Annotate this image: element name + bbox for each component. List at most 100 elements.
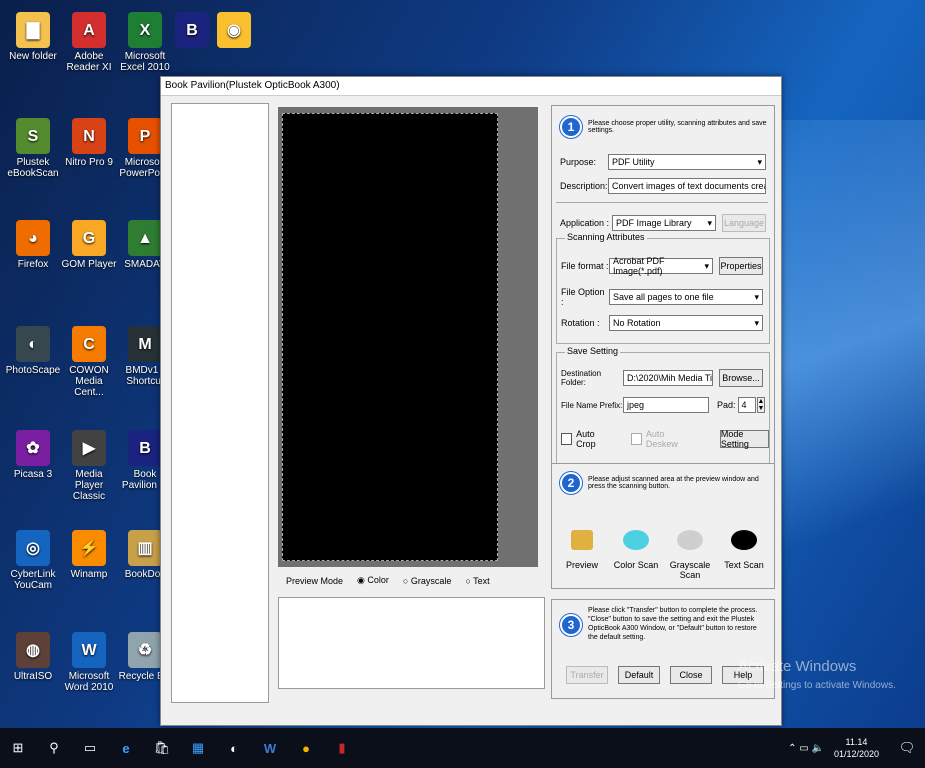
chrome-icon: ◉ bbox=[217, 12, 251, 48]
task-view-icon[interactable]: ▭ bbox=[81, 739, 99, 757]
prefix-field[interactable]: jpeg bbox=[623, 397, 709, 413]
properties-button[interactable]: Properties bbox=[719, 257, 763, 275]
radio-color[interactable]: ◉ Color bbox=[357, 575, 389, 586]
pad-label: Pad: bbox=[717, 400, 736, 410]
step1-badge: 1 bbox=[560, 116, 582, 138]
file-option-select[interactable]: Save all pages to one file ▾ bbox=[609, 289, 763, 305]
desktop-icon[interactable]: ◎ CyberLink YouCam bbox=[4, 530, 62, 591]
word-icon[interactable]: W bbox=[261, 739, 279, 757]
desktop-icon-label: CyberLink YouCam bbox=[10, 569, 56, 591]
desktop-icon[interactable]: ◉Google Chrome bbox=[214, 12, 254, 73]
book-pavilion-icon: B bbox=[175, 12, 209, 48]
auto-crop-checkbox[interactable] bbox=[561, 433, 573, 445]
desktop-icon[interactable]: ▇ New folder bbox=[4, 12, 62, 62]
close-button[interactable]: Close bbox=[670, 666, 712, 684]
window-title[interactable]: Book Pavilion(Plustek OpticBook A300) bbox=[161, 77, 781, 96]
desktop-icon[interactable]: G GOM Player bbox=[60, 220, 118, 270]
pad-stepper[interactable]: 4 bbox=[737, 397, 756, 413]
rotation-label: Rotation : bbox=[561, 318, 600, 328]
desktop-icon[interactable]: W Microsoft Word 2010 bbox=[60, 632, 118, 693]
desktop-icon[interactable]: BBook Pavilion bbox=[172, 12, 212, 73]
desktop-icon-label: GOM Player bbox=[61, 259, 117, 270]
text-scan-icon bbox=[731, 530, 757, 550]
desktop-icon-label: UltraISO bbox=[13, 671, 53, 682]
book-pavilion-icon: B bbox=[128, 430, 162, 466]
auto-deskew-checkbox[interactable] bbox=[630, 433, 642, 445]
desktop-icon[interactable]: A Adobe Reader XI bbox=[60, 12, 118, 73]
scan-button[interactable]: Grayscale Scan bbox=[664, 530, 716, 580]
destination-field[interactable]: D:\2020\Mih Media Tip Bi bbox=[623, 370, 713, 386]
bmd-icon: M bbox=[128, 326, 162, 362]
purpose-select[interactable]: PDF Utility ▾ bbox=[608, 154, 766, 170]
book-pavilion-icon[interactable]: ▮ bbox=[333, 739, 351, 757]
firefox-icon: ◕ bbox=[16, 220, 50, 256]
desktop-icon[interactable]: S Plustek eBookScan bbox=[4, 118, 62, 179]
photoscape-icon[interactable]: ◐ bbox=[225, 739, 243, 757]
default-button[interactable]: Default bbox=[618, 666, 660, 684]
application-select[interactable]: PDF Image Library ▾ bbox=[612, 215, 716, 231]
step2-badge: 2 bbox=[560, 472, 582, 494]
divider bbox=[556, 202, 768, 203]
file-explorer-icon[interactable]: ▦ bbox=[189, 739, 207, 757]
radio-text[interactable]: ○ Text bbox=[465, 576, 489, 586]
desktop-icon-label: PhotoScape bbox=[5, 365, 61, 376]
tray-icons[interactable]: ⌃ ▭ 🔈 bbox=[788, 743, 824, 754]
description-label: Description: bbox=[560, 181, 608, 191]
step3-badge: 3 bbox=[560, 614, 582, 636]
preview-area[interactable] bbox=[278, 107, 538, 567]
windows-start-icon[interactable]: ⊞ bbox=[9, 739, 27, 757]
search-icon[interactable]: ⚲ bbox=[45, 739, 63, 757]
destination-label: Destination Folder: bbox=[561, 369, 602, 387]
desktop-icon[interactable]: ⚡ Winamp bbox=[60, 530, 118, 580]
rotation-select[interactable]: No Rotation ▾ bbox=[609, 315, 763, 331]
scanner-icon: S bbox=[16, 118, 50, 154]
chevron-down-icon: ▾ bbox=[707, 217, 712, 228]
desktop-icon-label: COWON Media Cent... bbox=[69, 365, 109, 398]
notification-icon[interactable]: 🗨 bbox=[898, 739, 916, 757]
desktop-icon-label: Adobe Reader XI bbox=[66, 51, 112, 73]
file-option-label: File Option : bbox=[561, 287, 605, 307]
desktop-icon[interactable]: ◕ Firefox bbox=[4, 220, 62, 270]
ultraiso-icon: ◍ bbox=[16, 632, 50, 668]
mode-setting-button[interactable]: Mode Setting bbox=[719, 429, 769, 449]
preview-image[interactable] bbox=[282, 113, 498, 561]
chevron-down-icon: ▾ bbox=[754, 317, 759, 328]
bookdoc-icon: ▥ bbox=[128, 530, 162, 566]
taskbar: ⊞ ⚲ ▭ e 🛍 ▦ ◐ W ● ▮ ⌃ ▭ 🔈 11.14 01/12/20… bbox=[0, 728, 925, 768]
desktop-icon[interactable]: ✿ Picasa 3 bbox=[4, 430, 62, 480]
file-format-label: File format : bbox=[561, 261, 609, 271]
file-format-select[interactable]: Acrobat PDF Image(*.pdf) ▾ bbox=[609, 256, 713, 276]
edge-icon[interactable]: e bbox=[117, 739, 135, 757]
browse-button[interactable]: Browse... bbox=[719, 369, 763, 387]
desktop-icon[interactable]: ▶ Media Player Classic bbox=[60, 430, 118, 502]
clock-date: 01/12/2020 bbox=[833, 749, 879, 759]
transfer-button[interactable]: Transfer bbox=[566, 666, 608, 684]
activate-windows-subtitle: Go to Settings to activate Windows. bbox=[738, 680, 896, 691]
desktop-icon[interactable]: ◐ PhotoScape bbox=[4, 326, 62, 376]
step2-panel: 2 Please adjust scanned area at the prev… bbox=[551, 463, 775, 589]
language-button[interactable]: Language bbox=[722, 214, 766, 232]
desktop-icon[interactable]: N Nitro Pro 9 bbox=[60, 118, 118, 168]
scan-button[interactable]: Preview bbox=[556, 530, 608, 580]
desktop-icon-label: Plustek eBookScan bbox=[7, 157, 59, 179]
radio-grayscale[interactable]: ○ Grayscale bbox=[403, 576, 451, 586]
scan-button[interactable]: Color Scan bbox=[610, 530, 662, 580]
preview-eye-icon bbox=[571, 530, 593, 550]
desktop-icon[interactable]: X Microsoft Excel 2010 bbox=[116, 12, 174, 73]
winamp-icon: ⚡ bbox=[72, 530, 106, 566]
step2-instruction: Please adjust scanned area at the previe… bbox=[588, 476, 759, 490]
store-icon[interactable]: 🛍 bbox=[153, 739, 171, 757]
spin-arrows-icon[interactable]: ▲ ▼ bbox=[756, 397, 766, 413]
desktop-icon[interactable]: ◍ UltraISO bbox=[4, 632, 62, 682]
activate-windows-title: Activate Windows bbox=[738, 658, 857, 675]
gom-player-icon: G bbox=[72, 220, 106, 256]
scan-button[interactable]: Text Scan bbox=[718, 530, 770, 580]
chrome-icon[interactable]: ● bbox=[297, 739, 315, 757]
book-pavilion-window: Book Pavilion(Plustek OpticBook A300) Pr… bbox=[160, 76, 782, 726]
clock[interactable]: 11.14 01/12/2020 bbox=[834, 736, 879, 760]
smadav-icon: ▲ bbox=[128, 220, 162, 256]
desktop-icon-label: Microsoft Word 2010 bbox=[64, 671, 114, 693]
desktop-icon-label: Winamp bbox=[70, 569, 108, 580]
desktop-icon[interactable]: C COWON Media Cent... bbox=[60, 326, 118, 398]
thumbnail-pane[interactable] bbox=[171, 103, 269, 703]
